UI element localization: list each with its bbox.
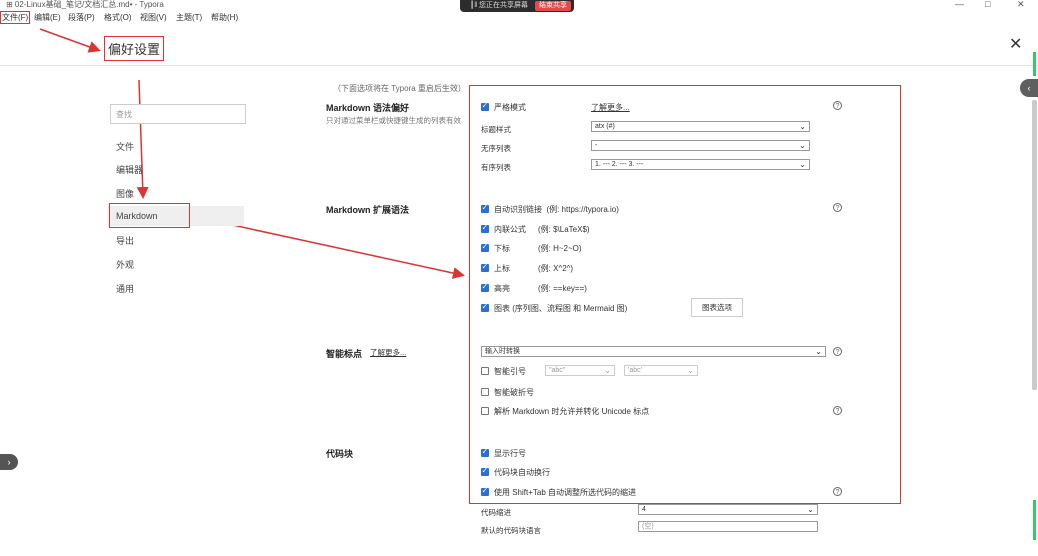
sidebar-item-appearance[interactable]: 外观 — [108, 255, 244, 275]
double-quote-select[interactable]: "abc" ⌄ — [545, 365, 615, 376]
arrow-menu-to-title — [39, 28, 101, 53]
ordered-list-label: 有序列表 — [481, 163, 511, 172]
autolink-checkbox[interactable] — [481, 203, 489, 213]
diagrams-label: 图表 (序列图、流程图 和 Mermaid 图) — [494, 304, 628, 313]
chevron-down-icon: ⌄ — [799, 141, 806, 150]
default-lang-label: 默认的代码块语言 — [481, 526, 541, 535]
chevron-down-icon: ⌄ — [687, 366, 694, 375]
ordered-list-select[interactable]: 1. --- 2. --- 3. --- ⌄ — [591, 159, 810, 170]
sidebar-item-image[interactable]: 图像 — [108, 184, 244, 204]
section-markdown-ext-title: Markdown 扩展语法 — [326, 205, 410, 215]
help-icon[interactable]: ? — [833, 487, 842, 496]
code-indent-select[interactable]: 4 ⌄ — [638, 504, 818, 515]
help-icon[interactable]: ? — [833, 203, 842, 212]
chevron-down-icon: ⌄ — [815, 347, 822, 356]
strict-mode-label: 严格模式 — [494, 103, 526, 112]
section-smart-punct-title: 智能标点 — [326, 349, 363, 359]
chevron-down-icon: ⌄ — [799, 122, 806, 131]
chevron-down-icon: ⌄ — [799, 160, 806, 169]
heading-style-select[interactable]: atx (#) ⌄ — [591, 121, 810, 132]
search-input[interactable]: 查找 — [110, 104, 246, 124]
section-code-block-title: 代码块 — [326, 449, 354, 459]
expand-left-panel-icon[interactable]: › — [0, 454, 18, 470]
inline-math-label: 内联公式 — [494, 225, 526, 234]
highlight-label: 高亮 — [494, 284, 510, 293]
default-lang-input[interactable]: (空) — [638, 521, 818, 532]
search-placeholder: 查找 — [116, 110, 132, 119]
sidebar-item-file[interactable]: 文件 — [108, 137, 244, 157]
line-numbers-checkbox[interactable] — [481, 447, 489, 457]
chart-options-button[interactable]: 图表选项 — [691, 298, 743, 317]
section-markdown-prefs-title: Markdown 语法偏好 — [326, 103, 410, 113]
unicode-punct-checkbox[interactable] — [481, 407, 489, 415]
heading-style-label: 标题样式 — [481, 125, 511, 134]
highlight-checkbox[interactable] — [481, 282, 489, 292]
shift-tab-label: 使用 Shift+Tab 自动调整所选代码的缩进 — [494, 488, 637, 497]
subscript-checkbox[interactable] — [481, 242, 489, 252]
strict-mode-checkbox[interactable] — [481, 101, 489, 111]
single-quote-select[interactable]: 'abc' ⌄ — [624, 365, 698, 376]
subscript-example: (例: H~2~O) — [538, 244, 582, 253]
help-icon[interactable]: ? — [833, 101, 842, 110]
restart-note: （下面选项将在 Typora 重启后生效） — [333, 84, 466, 93]
superscript-label: 上标 — [494, 264, 510, 273]
smart-quotes-checkbox[interactable] — [481, 367, 489, 375]
smart-punct-learn-more-link[interactable]: 了解更多... — [370, 347, 406, 358]
smart-dash-checkbox[interactable] — [481, 388, 489, 396]
help-icon[interactable]: ? — [833, 406, 842, 415]
unordered-list-label: 无序列表 — [481, 144, 511, 153]
subscript-label: 下标 — [494, 244, 510, 253]
diagrams-checkbox[interactable] — [481, 302, 489, 312]
learn-more-link[interactable]: 了解更多... — [591, 102, 630, 113]
unicode-punct-label: 解析 Markdown 时允许并转化 Unicode 标点 — [494, 407, 650, 416]
status-indicator — [1033, 500, 1036, 540]
sidebar-item-editor[interactable]: 编辑器 — [108, 160, 244, 180]
inline-math-checkbox[interactable] — [481, 223, 489, 233]
code-wrap-label: 代码块自动换行 — [494, 468, 550, 477]
status-indicator — [1033, 52, 1036, 76]
markdown-highlight-box — [109, 203, 190, 228]
superscript-example: (例: X^2^) — [538, 264, 574, 273]
smart-quotes-label: 智能引号 — [494, 367, 526, 376]
sidebar-item-export[interactable]: 导出 — [108, 231, 244, 251]
inline-math-example: (例: $\LaTeX$) — [538, 225, 590, 234]
chevron-down-icon: ⌄ — [604, 366, 611, 375]
smart-punct-mode-select[interactable]: 输入时转换 ⌄ — [481, 346, 826, 357]
smart-dash-label: 智能破折号 — [494, 388, 534, 397]
section-markdown-prefs-desc: 只对通过菜单栏或快捷键生成的列表有效 — [326, 116, 461, 125]
sidebar-item-general[interactable]: 通用 — [108, 279, 244, 299]
line-numbers-label: 显示行号 — [494, 449, 526, 458]
help-icon[interactable]: ? — [833, 347, 842, 356]
scrollbar[interactable] — [1032, 100, 1037, 390]
highlight-example: (例: ==key==) — [538, 284, 587, 293]
collapse-right-panel-icon[interactable]: ‹ — [1020, 79, 1038, 97]
superscript-checkbox[interactable] — [481, 262, 489, 272]
unordered-list-select[interactable]: - ⌄ — [591, 140, 810, 151]
chevron-down-icon: ⌄ — [807, 505, 814, 514]
code-indent-label: 代码缩进 — [481, 508, 511, 517]
shift-tab-checkbox[interactable] — [481, 486, 489, 496]
autolink-label: 自动识别链接 (例: https://typora.io) — [494, 205, 619, 214]
code-wrap-checkbox[interactable] — [481, 466, 489, 476]
